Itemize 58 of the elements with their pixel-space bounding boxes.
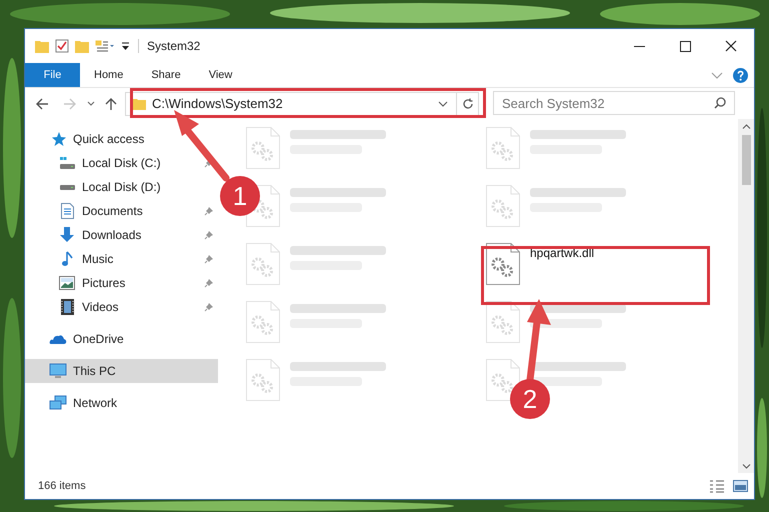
scroll-down-icon[interactable] (742, 464, 750, 469)
drive-icon (60, 184, 74, 190)
pin-icon[interactable] (204, 206, 214, 216)
sidebar-item[interactable]: Videos (25, 295, 218, 319)
sidebar-item[interactable]: Downloads (25, 223, 218, 247)
picture-icon (59, 276, 75, 290)
address-bar[interactable]: C:\Windows\System32 (125, 92, 479, 116)
gear-document-icon[interactable] (486, 243, 520, 285)
refresh-icon[interactable] (462, 98, 474, 110)
window-title: System32 (147, 38, 200, 55)
folder-icon (132, 98, 146, 110)
caret-icon[interactable] (87, 101, 95, 106)
sidebar-item[interactable]: This PC (25, 359, 218, 383)
monitor-icon (49, 363, 67, 379)
sidebar-item[interactable]: OneDrive (25, 327, 218, 351)
ribbon-tab[interactable]: Home (80, 63, 138, 87)
pin-icon[interactable] (204, 278, 214, 288)
item-count: 166 items (38, 478, 86, 494)
drive-icon (59, 156, 75, 170)
sidebar-item[interactable]: Network (25, 391, 218, 415)
pin-icon[interactable] (204, 302, 214, 312)
back-arrow-icon[interactable] (35, 98, 49, 110)
file-name[interactable]: hpqartwk.dll (530, 244, 594, 262)
chevron-down-icon[interactable] (438, 100, 448, 106)
ribbon-tab[interactable]: Share (137, 63, 195, 87)
pin-icon[interactable] (204, 254, 214, 264)
sidebar-item[interactable]: Local Disk (D:) (25, 175, 218, 199)
cloud-icon (49, 333, 67, 345)
step-badge: 1 (220, 176, 260, 216)
network-icon (49, 395, 67, 411)
maximize-icon (680, 40, 690, 52)
search-field[interactable]: Search System32 (493, 91, 735, 116)
music-note-icon (61, 251, 73, 267)
star-icon (50, 131, 66, 147)
download-arrow-icon (59, 227, 75, 243)
scrollbar[interactable] (738, 119, 754, 473)
pin-icon[interactable] (204, 230, 214, 240)
step-badge: 2 (510, 379, 550, 419)
sidebar-item[interactable]: Music (25, 247, 218, 271)
sidebar-item[interactable]: Quick access (25, 127, 218, 151)
ribbon-tab[interactable]: View (194, 63, 246, 87)
large-icons-view-icon[interactable] (733, 480, 748, 492)
help-icon[interactable] (733, 68, 748, 82)
close-icon (725, 40, 737, 52)
film-icon (60, 299, 74, 315)
search-icon (714, 97, 726, 110)
customize-caret-icon[interactable] (121, 42, 130, 50)
address-text: C:\Windows\System32 (152, 94, 283, 113)
document-icon (60, 203, 74, 219)
sidebar-item[interactable]: Pictures (25, 271, 218, 295)
details-view-icon[interactable] (709, 480, 725, 492)
sidebar-item[interactable]: Documents (25, 199, 218, 223)
scrollbar-thumb[interactable] (742, 135, 750, 185)
ribbon-tab[interactable]: File (25, 63, 80, 87)
scroll-up-icon[interactable] (742, 124, 750, 129)
sidebar-item[interactable]: Local Disk (C:) (25, 151, 218, 175)
arrow (174, 110, 230, 182)
up-arrow-icon[interactable] (105, 96, 117, 110)
